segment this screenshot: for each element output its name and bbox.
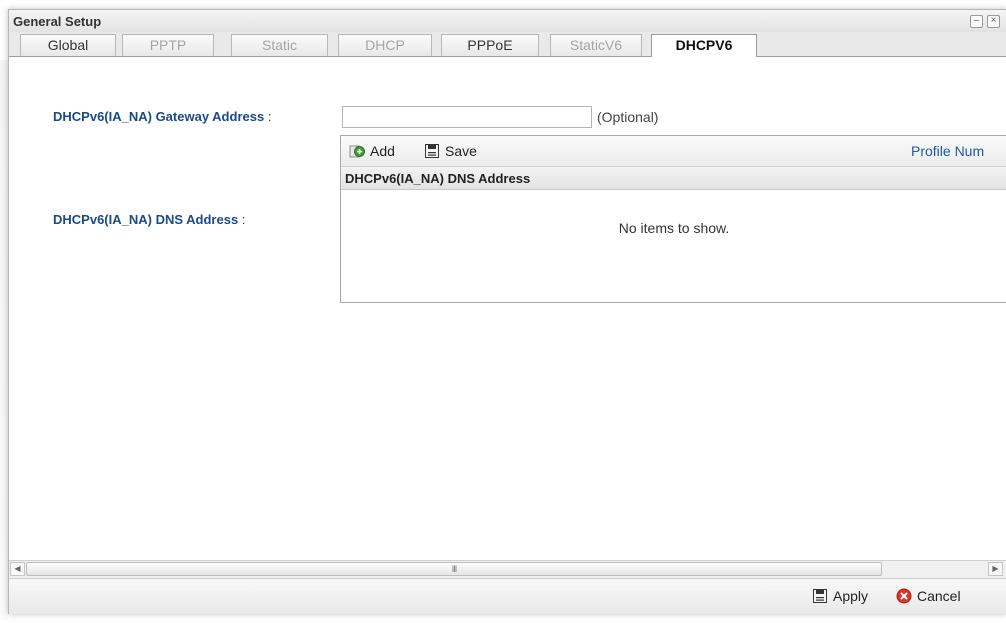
cancel-button[interactable]: Cancel: [896, 588, 961, 604]
dns-address-label: DHCPv6(IA_NA) DNS Address :: [53, 212, 245, 227]
general-setup-dialog: General Setup – × Global PPTP Static DHC…: [8, 9, 1006, 614]
add-label: Add: [370, 143, 395, 159]
apply-icon: [813, 589, 827, 603]
tab-pptp[interactable]: PPTP: [122, 34, 214, 56]
dialog-footer: Apply Cancel: [9, 578, 1006, 614]
dialog-titlebar: General Setup – ×: [9, 10, 1006, 32]
dns-address-label-text: DHCPv6(IA_NA) DNS Address: [53, 212, 239, 227]
gateway-address-label-text: DHCPv6(IA_NA) Gateway Address: [53, 109, 265, 124]
profile-num-label: Profile Num: [911, 143, 985, 159]
tab-dhcp[interactable]: DHCP: [338, 34, 432, 56]
tab-dhcpv6[interactable]: DHCPV6: [651, 34, 757, 57]
scroll-left-button[interactable]: ◀: [10, 562, 25, 576]
grid-toolbar: Add Save Profile Num: [341, 136, 1006, 167]
tab-global[interactable]: Global: [20, 34, 116, 56]
tab-bar: Global PPTP Static DHCP PPPoE StaticV6 D…: [9, 32, 1006, 57]
gateway-address-input[interactable]: [342, 106, 592, 128]
add-button[interactable]: Add: [349, 143, 395, 159]
dhcpv6-panel: DHCPv6(IA_NA) Gateway Address : (Optiona…: [9, 57, 1006, 561]
horizontal-scrollbar[interactable]: ◀ III ▶: [9, 560, 1006, 578]
empty-message: No items to show.: [618, 220, 730, 236]
dns-label-colon: :: [241, 212, 246, 227]
save-button[interactable]: Save: [424, 143, 477, 159]
cancel-label: Cancel: [917, 588, 961, 604]
dns-address-grid: Add Save Profile Num DHCPv6(IA_NA) DNS A…: [340, 135, 1006, 303]
background-page-edge: [0, 60, 8, 620]
dialog-title: General Setup: [13, 14, 102, 29]
tab-staticv6[interactable]: StaticV6: [550, 34, 642, 56]
scroll-thumb[interactable]: III: [26, 562, 882, 576]
cancel-icon: [896, 588, 912, 604]
close-button[interactable]: ×: [987, 15, 1000, 28]
save-icon: [425, 144, 439, 158]
grid-column-header[interactable]: DHCPv6(IA_NA) DNS Address: [341, 167, 1006, 190]
apply-label: Apply: [833, 588, 869, 604]
scroll-right-button[interactable]: ▶: [988, 562, 1003, 576]
dns-address-column: DHCPv6(IA_NA) DNS Address: [345, 171, 531, 186]
gateway-label-colon: :: [267, 109, 272, 124]
apply-button[interactable]: Apply: [812, 588, 868, 604]
save-label: Save: [445, 143, 477, 159]
minimize-button[interactable]: –: [970, 15, 983, 28]
optional-hint: (Optional): [597, 109, 659, 125]
add-icon: [349, 145, 365, 158]
gateway-address-label: DHCPv6(IA_NA) Gateway Address :: [53, 109, 271, 124]
tab-pppoe[interactable]: PPPoE: [441, 34, 539, 56]
tab-static[interactable]: Static: [231, 34, 328, 56]
